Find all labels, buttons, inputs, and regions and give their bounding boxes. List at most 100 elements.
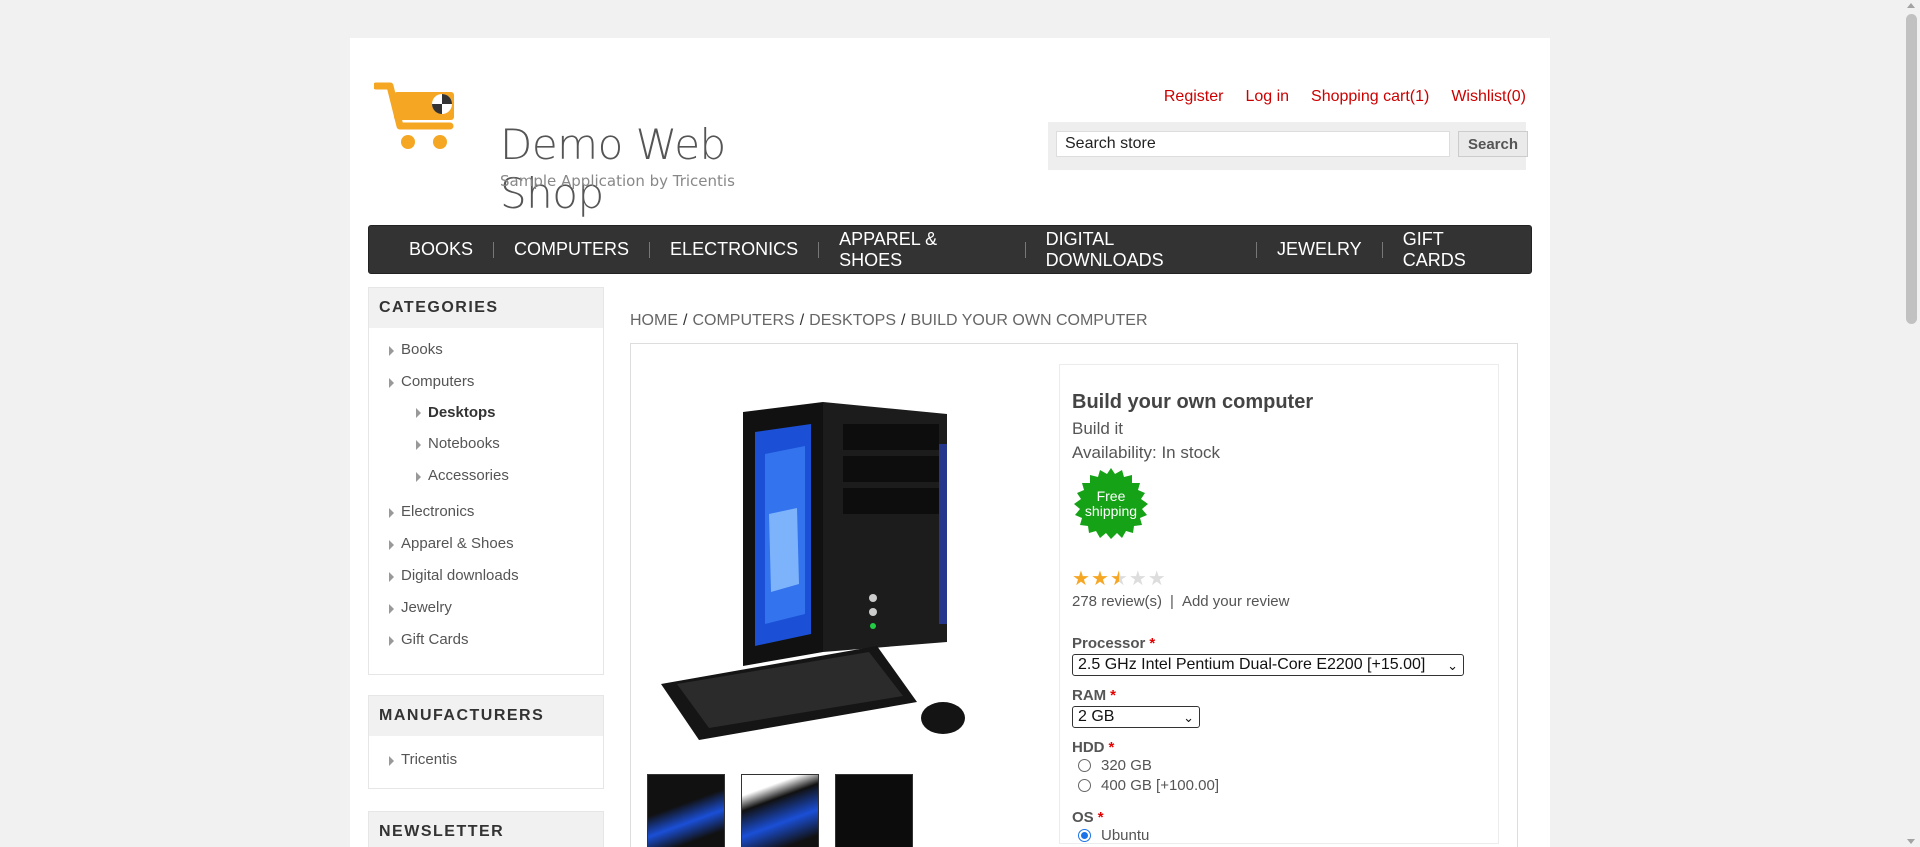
category-accessories[interactable]: Accessories [369,460,603,492]
star-icon: ★ [1147,568,1166,590]
category-label: Digital downloads [401,567,519,584]
os-option-label: Ubuntu [1101,827,1150,844]
reviews-count-link[interactable]: 278 review(s) [1072,593,1162,610]
radio-button-selected[interactable] [1078,829,1091,842]
ram-select[interactable]: 2 GB ⌄ [1072,706,1200,728]
hdd-option-label: 400 GB [+100.00] [1101,777,1220,794]
breadcrumb-separator: / [683,312,688,329]
radio-button[interactable] [1078,759,1091,772]
shopping-cart-link[interactable]: Shopping cart(1) [1311,88,1429,106]
star-icon: ★ [1090,568,1109,590]
star-icon: ★ [1072,568,1090,590]
category-jewelry[interactable]: Jewelry [369,592,603,624]
category-gift-cards[interactable]: Gift Cards [369,624,603,656]
search-button[interactable]: Search [1458,131,1528,157]
processor-select[interactable]: 2.5 GHz Intel Pentium Dual-Core E2200 [+… [1072,654,1464,676]
category-label: Computers [401,373,475,390]
caret-right-icon [389,572,394,582]
processor-selected-value: 2.5 GHz Intel Pentium Dual-Core E2200 [+… [1078,656,1426,673]
radio-button[interactable] [1078,779,1091,792]
breadcrumb-home[interactable]: HOME [630,312,678,329]
manufacturer-tricentis[interactable]: Tricentis [369,744,603,776]
category-apparel-shoes[interactable]: Apparel & Shoes [369,528,603,560]
page-scrollbar[interactable] [1903,0,1920,847]
product-thumbnail[interactable] [647,774,725,847]
hdd-option-400gb[interactable]: 400 GB [+100.00] [1078,777,1219,794]
free-shipping-line2: shipping [1084,503,1138,519]
shopping-cart-logo-icon [374,82,454,149]
os-label-text: OS [1072,809,1094,826]
product-main-image[interactable] [647,384,997,744]
caret-right-icon [416,408,421,418]
menu-item-apparel-shoes[interactable]: APPAREL & SHOES [819,229,1025,271]
category-label: Electronics [401,503,475,520]
manufacturers-title: MANUFACTURERS [369,696,603,736]
breadcrumb-desktops[interactable]: DESKTOPS [809,312,896,329]
reviews-divider: | [1170,593,1174,610]
product-thumbnail[interactable] [741,774,819,847]
menu-item-jewelry[interactable]: JEWELRY [1257,239,1382,260]
breadcrumb-computers[interactable]: COMPUTERS [692,312,794,329]
category-label: Accessories [428,467,509,484]
category-label: Gift Cards [401,631,469,648]
required-mark: * [1149,635,1156,652]
os-label: OS * [1072,809,1104,826]
newsletter-block: NEWSLETTER [368,811,604,847]
category-label: Books [401,341,443,358]
os-option-ubuntu[interactable]: Ubuntu [1078,827,1149,844]
manufacturers-block: MANUFACTURERS Tricentis [368,695,604,789]
caret-right-icon [389,540,394,550]
menu-item-gift-cards[interactable]: GIFT CARDS [1383,229,1531,271]
caret-right-icon [416,472,421,482]
caret-right-icon [389,756,394,766]
category-label: Apparel & Shoes [401,535,514,552]
category-digital-downloads[interactable]: Digital downloads [369,560,603,592]
category-books[interactable]: Books [369,334,603,366]
category-electronics[interactable]: Electronics [369,496,603,528]
caret-right-icon [389,636,394,646]
ram-selected-value: 2 GB [1078,708,1115,725]
add-review-link[interactable]: Add your review [1182,593,1290,610]
required-mark: * [1097,809,1104,826]
categories-title: CATEGORIES [369,288,603,328]
hdd-option-320gb[interactable]: 320 GB [1078,757,1152,774]
category-desktops[interactable]: Desktops [369,398,603,428]
category-computers[interactable]: Computers [369,366,603,398]
header-links: Register Log in Shopping cart(1) Wishlis… [1164,88,1526,106]
login-link[interactable]: Log in [1245,88,1289,106]
search-box: Search [1048,122,1528,170]
categories-list: Books Computers Desktops Notebooks Acces… [369,328,603,656]
page-container: Demo Web Shop Sample Application by Tric… [350,38,1550,847]
product-availability: Availability: In stock [1072,443,1221,462]
free-shipping-line1: Free [1096,488,1126,504]
chevron-down-icon: ⌄ [1183,710,1194,725]
scroll-down-arrow-icon[interactable] [1907,839,1915,844]
product-short-description: Build it [1072,419,1124,438]
menu-item-books[interactable]: BOOKS [389,239,493,260]
wishlist-link[interactable]: Wishlist(0) [1451,88,1526,106]
site-logo[interactable]: Demo Web Shop Sample Application by Tric… [374,80,764,218]
processor-label-text: Processor [1072,635,1146,652]
free-shipping-label: Free shipping [1072,489,1150,519]
newsletter-title: NEWSLETTER [369,812,603,847]
required-mark: * [1110,687,1117,704]
star-icon: ★ [1109,568,1128,590]
scroll-up-arrow-icon[interactable] [1907,3,1915,8]
caret-right-icon [389,604,394,614]
menu-item-computers[interactable]: COMPUTERS [494,239,649,260]
search-input[interactable] [1056,131,1450,157]
menu-item-digital-downloads[interactable]: DIGITAL DOWNLOADS [1026,229,1256,271]
category-label: Jewelry [401,599,452,616]
scrollbar-thumb[interactable] [1906,14,1917,324]
caret-right-icon [416,440,421,450]
product-thumbnail[interactable] [835,774,913,847]
register-link[interactable]: Register [1164,88,1224,106]
manufacturer-label: Tricentis [401,751,458,768]
category-notebooks[interactable]: Notebooks [369,428,603,460]
reviews-row: 278 review(s) | Add your review [1072,593,1290,610]
menu-item-electronics[interactable]: ELECTRONICS [650,239,818,260]
product-info: Build your own computer Build it Availab… [1059,364,1499,844]
breadcrumb-current: BUILD YOUR OWN COMPUTER [910,312,1148,329]
required-mark: * [1108,739,1115,756]
chevron-down-icon: ⌄ [1447,658,1458,673]
